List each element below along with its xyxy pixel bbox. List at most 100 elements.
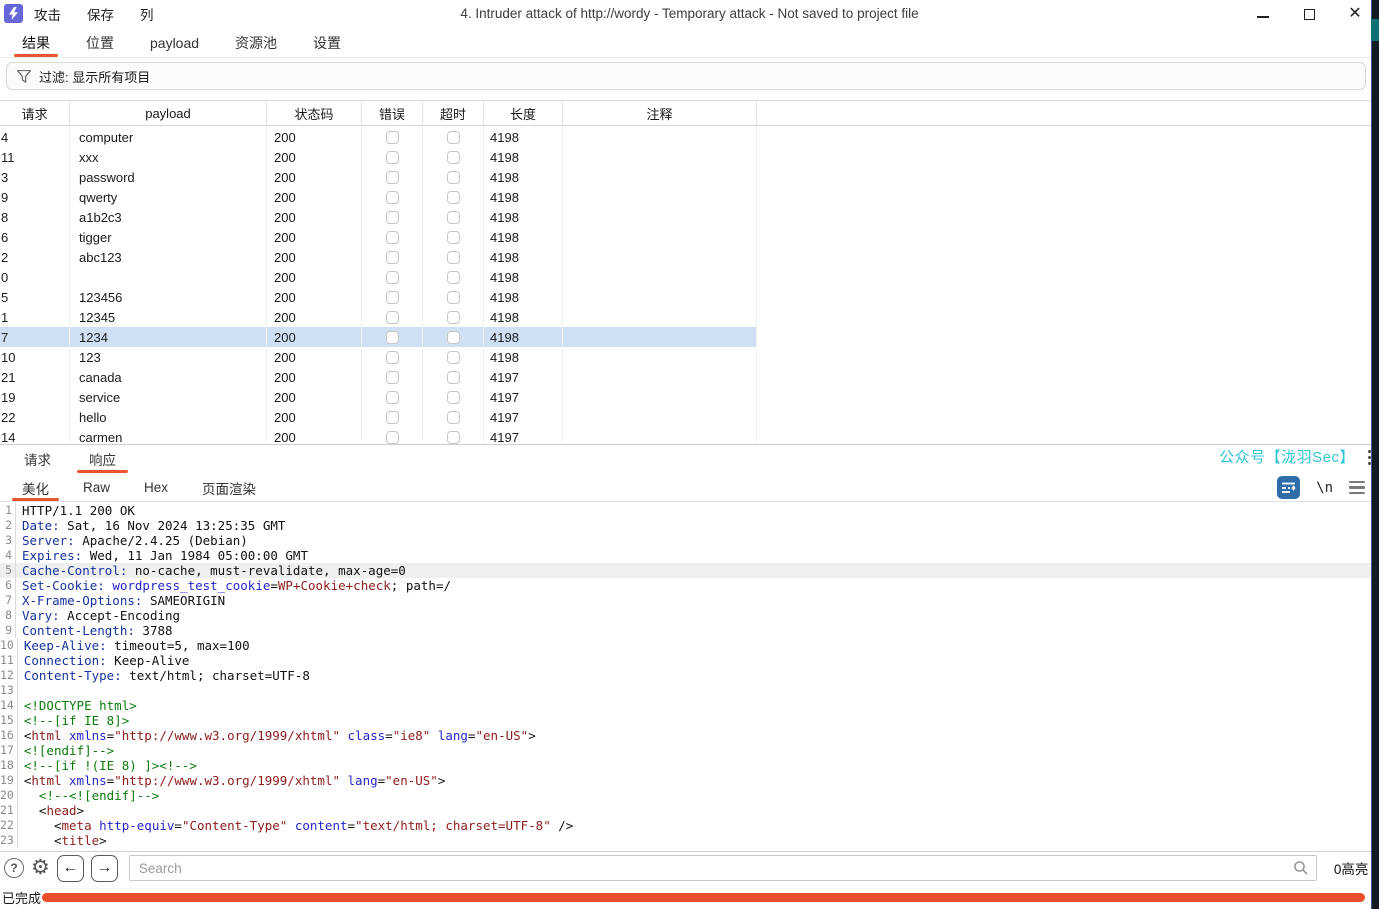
tab-payloads[interactable]: payload bbox=[136, 28, 213, 57]
cell-timeout bbox=[423, 147, 484, 167]
timeout-checkbox[interactable] bbox=[447, 371, 460, 384]
timeout-checkbox[interactable] bbox=[447, 231, 460, 244]
timeout-checkbox[interactable] bbox=[447, 391, 460, 404]
table-row[interactable]: 6tigger2004198 bbox=[0, 227, 1379, 247]
table-row[interactable]: 1123452004198 bbox=[0, 307, 1379, 327]
line-text: Content-Type: text/html; charset=UTF-8 bbox=[18, 668, 310, 683]
tab-hex[interactable]: Hex bbox=[130, 474, 182, 501]
timeout-checkbox[interactable] bbox=[447, 331, 460, 344]
cell-error bbox=[362, 227, 423, 247]
cell-filler bbox=[757, 187, 1379, 207]
table-row[interactable]: 101232004198 bbox=[0, 347, 1379, 367]
line-number: 23 bbox=[0, 833, 18, 848]
tab-pretty[interactable]: 美化 bbox=[8, 474, 63, 501]
tab-request[interactable]: 请求 bbox=[8, 445, 67, 473]
cell-timeout bbox=[423, 307, 484, 327]
code-line: 8Vary: Accept-Encoding bbox=[0, 608, 1371, 623]
error-checkbox[interactable] bbox=[386, 131, 399, 144]
table-row[interactable]: 19service2004197 bbox=[0, 387, 1379, 407]
error-checkbox[interactable] bbox=[386, 331, 399, 344]
next-match-button[interactable]: → bbox=[91, 855, 118, 882]
error-checkbox[interactable] bbox=[386, 391, 399, 404]
timeout-checkbox[interactable] bbox=[447, 191, 460, 204]
timeout-checkbox[interactable] bbox=[447, 411, 460, 424]
cell-payload: canada bbox=[70, 367, 267, 387]
error-checkbox[interactable] bbox=[386, 211, 399, 224]
search-input[interactable] bbox=[129, 855, 1317, 881]
timeout-checkbox[interactable] bbox=[447, 151, 460, 164]
response-editor[interactable]: 1HTTP/1.1 200 OK2Date: Sat, 16 Nov 2024 … bbox=[0, 503, 1371, 851]
table-row[interactable]: 4computer2004198 bbox=[0, 127, 1379, 147]
filter-bar[interactable]: 过滤: 显示所有项目 bbox=[6, 62, 1366, 90]
cell-comment bbox=[563, 187, 757, 207]
table-row[interactable]: 11xxx2004198 bbox=[0, 147, 1379, 167]
table-row[interactable]: 3password2004198 bbox=[0, 167, 1379, 187]
cell-filler bbox=[757, 367, 1379, 387]
error-checkbox[interactable] bbox=[386, 271, 399, 284]
cell-timeout bbox=[423, 127, 484, 147]
error-checkbox[interactable] bbox=[386, 291, 399, 304]
timeout-checkbox[interactable] bbox=[447, 171, 460, 184]
window-controls: ✕ bbox=[1255, 0, 1363, 28]
timeout-checkbox[interactable] bbox=[447, 291, 460, 304]
timeout-checkbox[interactable] bbox=[447, 211, 460, 224]
table-row[interactable]: 51234562004198 bbox=[0, 287, 1379, 307]
error-checkbox[interactable] bbox=[386, 351, 399, 364]
word-wrap-icon[interactable] bbox=[1277, 476, 1300, 499]
tab-results[interactable]: 结果 bbox=[8, 28, 64, 57]
error-checkbox[interactable] bbox=[386, 151, 399, 164]
prev-match-button[interactable]: ← bbox=[57, 855, 84, 882]
error-checkbox[interactable] bbox=[386, 431, 399, 444]
timeout-checkbox[interactable] bbox=[447, 131, 460, 144]
timeout-checkbox[interactable] bbox=[447, 311, 460, 324]
col-comment[interactable]: 注释 bbox=[563, 101, 757, 125]
line-text: <head> bbox=[18, 803, 84, 818]
minimize-button[interactable] bbox=[1255, 6, 1271, 22]
error-checkbox[interactable] bbox=[386, 251, 399, 264]
line-text: HTTP/1.1 200 OK bbox=[16, 503, 135, 518]
col-timeout[interactable]: 超时 bbox=[423, 101, 484, 125]
hamburger-menu-icon[interactable] bbox=[1349, 481, 1365, 494]
error-checkbox[interactable] bbox=[386, 371, 399, 384]
col-request[interactable]: 请求 bbox=[0, 101, 70, 125]
table-row[interactable]: 9qwerty2004198 bbox=[0, 187, 1379, 207]
table-row[interactable]: 712342004198 bbox=[0, 327, 1379, 347]
timeout-checkbox[interactable] bbox=[447, 431, 460, 444]
timeout-checkbox[interactable] bbox=[447, 251, 460, 264]
table-row[interactable]: 21canada2004197 bbox=[0, 367, 1379, 387]
error-checkbox[interactable] bbox=[386, 411, 399, 424]
tab-render[interactable]: 页面渲染 bbox=[188, 474, 270, 501]
cell-status: 200 bbox=[267, 127, 362, 147]
code-line: 7X-Frame-Options: SAMEORIGIN bbox=[0, 593, 1371, 608]
maximize-button[interactable] bbox=[1301, 6, 1317, 22]
col-error[interactable]: 错误 bbox=[362, 101, 423, 125]
col-payload[interactable]: payload bbox=[70, 101, 267, 125]
timeout-checkbox[interactable] bbox=[447, 271, 460, 284]
cell-payload bbox=[70, 267, 267, 287]
error-checkbox[interactable] bbox=[386, 311, 399, 324]
cell-timeout bbox=[423, 207, 484, 227]
timeout-checkbox[interactable] bbox=[447, 351, 460, 364]
code-line: 22 <meta http-equiv="Content-Type" conte… bbox=[0, 818, 1371, 833]
help-icon[interactable]: ? bbox=[4, 858, 24, 878]
tab-raw[interactable]: Raw bbox=[69, 474, 124, 501]
tab-resource-pool[interactable]: 资源池 bbox=[221, 28, 291, 57]
error-checkbox[interactable] bbox=[386, 171, 399, 184]
code-line: 17<![endif]--> bbox=[0, 743, 1371, 758]
error-checkbox[interactable] bbox=[386, 231, 399, 244]
tab-positions[interactable]: 位置 bbox=[72, 28, 128, 57]
error-checkbox[interactable] bbox=[386, 191, 399, 204]
cell-status: 200 bbox=[267, 387, 362, 407]
table-row[interactable]: 2abc1232004198 bbox=[0, 247, 1379, 267]
cell-request: 2 bbox=[0, 247, 70, 267]
tab-response[interactable]: 响应 bbox=[73, 445, 132, 473]
tab-settings[interactable]: 设置 bbox=[299, 28, 355, 57]
table-row[interactable]: 02004198 bbox=[0, 267, 1379, 287]
gear-icon[interactable]: ⚙ bbox=[31, 858, 50, 878]
table-row[interactable]: 22hello2004197 bbox=[0, 407, 1379, 427]
col-length[interactable]: 长度 bbox=[484, 101, 563, 125]
table-row[interactable]: 8a1b2c32004198 bbox=[0, 207, 1379, 227]
newline-toggle-icon[interactable]: \n bbox=[1316, 480, 1333, 496]
col-status[interactable]: 状态码 bbox=[267, 101, 362, 125]
close-button[interactable]: ✕ bbox=[1347, 6, 1363, 22]
